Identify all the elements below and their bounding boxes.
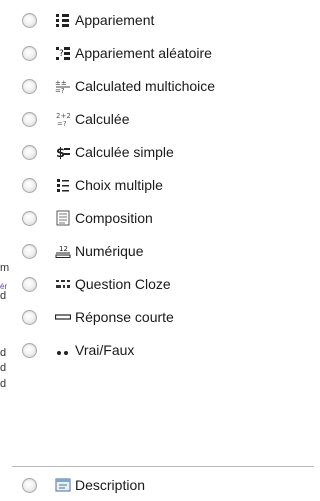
- svg-text:=?: =?: [57, 120, 67, 127]
- question-type-radio[interactable]: [22, 276, 37, 292]
- question-type-option[interactable]: ? Appariement aléatoire: [22, 39, 314, 67]
- question-type-label: Vrai/Faux: [75, 342, 135, 358]
- random-matching-icon: ?: [56, 47, 70, 60]
- svg-text:?: ?: [59, 49, 64, 59]
- question-type-radio[interactable]: [22, 45, 37, 61]
- clipped-text: d: [0, 378, 7, 390]
- question-type-option[interactable]: $ Calculée simple: [22, 138, 314, 166]
- section-divider: [12, 466, 314, 467]
- svg-text:$: $: [56, 146, 65, 160]
- numerical-icon: 12: [55, 245, 71, 258]
- question-type-label: Calculée: [75, 111, 130, 127]
- description-icon: [55, 478, 71, 492]
- calculated-multichoice-icon: ±± =?: [55, 79, 70, 94]
- question-type-option[interactable]: Choix multiple: [22, 171, 314, 199]
- multiple-choice-icon: [57, 179, 69, 192]
- clipped-text: d: [0, 290, 7, 302]
- question-type-radio[interactable]: [22, 144, 37, 160]
- svg-text:=?: =?: [55, 87, 65, 94]
- question-type-label: Numérique: [75, 243, 144, 259]
- question-type-radio[interactable]: [22, 210, 37, 226]
- question-type-radio[interactable]: [22, 177, 37, 193]
- svg-text:2+2: 2+2: [56, 112, 71, 120]
- calculated-icon: 2+2 =?: [56, 112, 71, 127]
- short-answer-icon: [55, 314, 71, 320]
- question-type-option[interactable]: Composition: [22, 204, 314, 232]
- clipped-text: d: [0, 347, 7, 359]
- question-type-label: Appariement: [75, 12, 155, 28]
- question-type-radio[interactable]: [22, 477, 37, 493]
- svg-text:±±: ±±: [55, 79, 67, 87]
- question-type-label: Calculated multichoice: [75, 78, 216, 94]
- svg-text:12: 12: [59, 245, 68, 253]
- question-type-label: Composition: [75, 210, 153, 226]
- question-type-label: Choix multiple: [75, 177, 163, 193]
- other-type-option[interactable]: Description: [22, 471, 314, 499]
- clipped-text: m: [0, 262, 10, 274]
- question-type-label: Calculée simple: [75, 144, 174, 160]
- question-type-label: Description: [75, 477, 146, 493]
- calculated-simple-icon: $: [56, 146, 70, 160]
- question-type-option[interactable]: Appariement: [22, 6, 314, 34]
- question-type-option[interactable]: 2+2 =? Calculée: [22, 105, 314, 133]
- essay-icon: [56, 210, 70, 226]
- true-false-icon: [57, 351, 68, 355]
- question-type-option[interactable]: ±± =? Calculated multichoice: [22, 72, 314, 100]
- question-type-label: Question Cloze: [75, 276, 171, 292]
- cloze-icon: [56, 280, 70, 288]
- question-type-radio[interactable]: [22, 243, 37, 259]
- question-type-radio[interactable]: [22, 78, 37, 94]
- question-type-label: Réponse courte: [75, 309, 174, 325]
- clipped-text: d: [0, 362, 7, 374]
- question-type-option[interactable]: Question Cloze: [22, 270, 314, 298]
- question-type-radio[interactable]: [22, 12, 37, 28]
- question-type-label: Appariement aléatoire: [75, 45, 212, 61]
- clipped-left-panel: m ér d d d d: [0, 0, 12, 501]
- question-type-option[interactable]: Vrai/Faux: [22, 336, 314, 364]
- question-type-option[interactable]: Réponse courte: [22, 303, 314, 331]
- question-type-radio[interactable]: [22, 342, 37, 358]
- question-type-radio[interactable]: [22, 309, 37, 325]
- question-type-option[interactable]: 12 Numérique: [22, 237, 314, 265]
- question-type-radio[interactable]: [22, 111, 37, 127]
- matching-icon: [56, 14, 69, 27]
